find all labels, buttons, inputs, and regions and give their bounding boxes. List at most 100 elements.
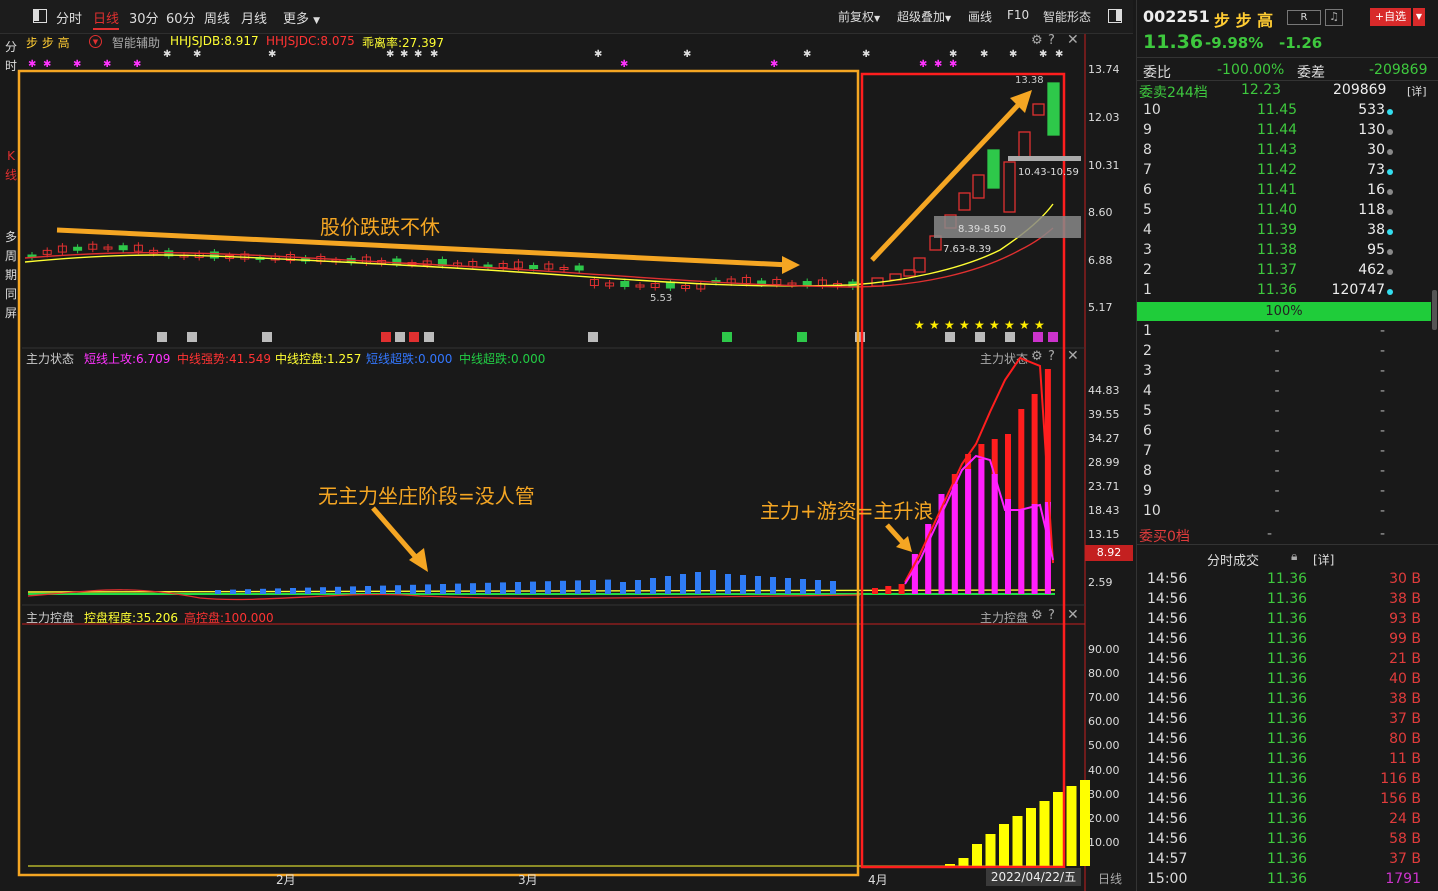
signal-marker-icon: ✱: [949, 59, 957, 70]
trade-time: 14:56: [1147, 751, 1188, 767]
signal-marker-icon: ✱: [163, 49, 171, 60]
trade-time: 15:00: [1147, 871, 1188, 887]
trade-time: 14:56: [1147, 651, 1188, 667]
change-dot-icon: [1387, 109, 1393, 115]
signal-marker-icon: ✱: [620, 59, 628, 70]
candle: [620, 281, 630, 287]
buy-level-row[interactable]: 2 - -: [1137, 343, 1431, 363]
bar: [872, 588, 878, 594]
bar: [999, 824, 1009, 866]
bar: [305, 587, 311, 594]
trade-time: 14:56: [1147, 811, 1188, 827]
buy-level-row[interactable]: 3 - -: [1137, 363, 1431, 383]
star-icon: ★: [1019, 318, 1030, 332]
bar: [605, 579, 611, 594]
bar: [560, 580, 566, 594]
sell-level-row[interactable]: 9 11.44 130: [1137, 122, 1431, 142]
level-index: 1: [1143, 282, 1152, 298]
buy-level-row[interactable]: 6 - -: [1137, 423, 1431, 443]
sell-level-row[interactable]: 8 11.43 30: [1137, 142, 1431, 162]
trade-price: 11.36: [1267, 791, 1308, 807]
change-dot-icon: [1387, 289, 1393, 295]
candle: [574, 265, 584, 271]
level-price: -: [1274, 383, 1280, 399]
level-volume: -: [1379, 443, 1385, 459]
bar: [335, 586, 341, 594]
change-dot-icon: [1387, 269, 1393, 275]
watchlist-dropdown-icon[interactable]: ▼: [1413, 8, 1425, 26]
candle: [529, 265, 539, 269]
sell-level-row[interactable]: 2 11.37 462: [1137, 262, 1431, 282]
sell-level-row[interactable]: 5 11.40 118: [1137, 202, 1431, 222]
bar: [530, 581, 536, 594]
r-badge[interactable]: R: [1287, 10, 1321, 25]
candle: [1003, 161, 1016, 213]
chart-area[interactable]: ✱ ✱ ✱ ✱ ✱ ✱ ✱ ✱ ✱ ✱✱ ✱ ✱ ✱ ✱ ✱ ✱ ✱ ✱ ✱ ✱ ✱ ✱ ✱ ✱ ✱★ ★ ★ ★ ★ ★ ★ ★ ★ 股价跌跌…: [0, 0, 1136, 891]
wb-value: -100.00%: [1217, 62, 1285, 78]
sell-level-row[interactable]: 7 11.42 73: [1137, 162, 1431, 182]
signal-marker-icon: ✱: [934, 59, 942, 70]
level-volume: 73: [1367, 162, 1385, 178]
level-index: 7: [1143, 162, 1152, 178]
bar: [260, 588, 266, 594]
bar: [800, 579, 806, 594]
sell-level-row[interactable]: 6 11.41 16: [1137, 182, 1431, 202]
low-price-label: 5.53: [650, 293, 672, 304]
scrollbar[interactable]: [1432, 290, 1437, 330]
buy-level-row[interactable]: 4 - -: [1137, 383, 1431, 403]
level-index: 3: [1143, 242, 1152, 258]
trade-volume: 99 B: [1389, 631, 1421, 647]
star-icon: ★: [974, 318, 985, 332]
signal-marker-icon: ✱: [430, 49, 438, 60]
level-price: 11.41: [1256, 182, 1298, 198]
bar: [620, 582, 626, 594]
trade-price: 11.36: [1267, 691, 1308, 707]
level-price: 11.37: [1256, 262, 1298, 278]
level-price: -: [1274, 463, 1280, 479]
buy-level-row[interactable]: 9 - -: [1137, 483, 1431, 503]
level-index: 1: [1143, 323, 1152, 339]
star-icon: ★: [929, 318, 940, 332]
bar: [1026, 808, 1036, 866]
sell-header-price: 12.23: [1241, 82, 1282, 98]
level-volume: -: [1379, 323, 1385, 339]
bar: [785, 578, 791, 594]
level-volume: 130: [1358, 122, 1385, 138]
trade-row: 14:56 11.36 24 B: [1137, 811, 1431, 831]
bar: [898, 584, 905, 594]
trade-row: 14:56 11.36 37 B: [1137, 711, 1431, 731]
buy-level-row[interactable]: 5 - -: [1137, 403, 1431, 423]
candle: [73, 246, 83, 251]
buy-level-row[interactable]: 8 - -: [1137, 463, 1431, 483]
trade-time: 14:56: [1147, 691, 1188, 707]
sell-level-row[interactable]: 3 11.38 95: [1137, 242, 1431, 262]
bar: [230, 589, 236, 594]
buy-level-row[interactable]: 7 - -: [1137, 443, 1431, 463]
trade-volume: 37 B: [1389, 851, 1421, 867]
signal-marker-icon: ✱: [1039, 49, 1047, 60]
signal-marker-icon: ✱: [980, 49, 988, 60]
signal-marker-icon: ✱: [862, 49, 870, 60]
bar: [275, 588, 281, 594]
lock-icon[interactable]: 🔒︎: [1291, 549, 1297, 564]
level-index: 5: [1143, 202, 1152, 218]
buy-level-row[interactable]: 1 - -: [1137, 323, 1431, 343]
level-index: 10: [1143, 102, 1161, 118]
sell-level-row[interactable]: 10 11.45 533: [1137, 102, 1431, 122]
bar: [770, 577, 776, 594]
detail-link[interactable]: [详]: [1407, 83, 1427, 99]
level-volume: -: [1379, 463, 1385, 479]
trades-detail-link[interactable]: [详]: [1313, 551, 1334, 568]
badge-icon: [187, 332, 197, 342]
add-watchlist-button[interactable]: +自选: [1370, 8, 1411, 26]
sell-level-row[interactable]: 4 11.39 38: [1137, 222, 1431, 242]
trade-volume: 30 B: [1389, 571, 1421, 587]
trade-time: 14:56: [1147, 771, 1188, 787]
buy-level-row[interactable]: 10 - -: [1137, 503, 1431, 523]
bell-icon[interactable]: ♫: [1325, 9, 1343, 26]
sell-level-row[interactable]: 1 11.36 120747: [1137, 282, 1431, 302]
change-dot-icon: [1387, 169, 1393, 175]
bar: [290, 588, 296, 594]
bar: [1039, 801, 1050, 866]
trade-row: 14:56 11.36 80 B: [1137, 731, 1431, 751]
